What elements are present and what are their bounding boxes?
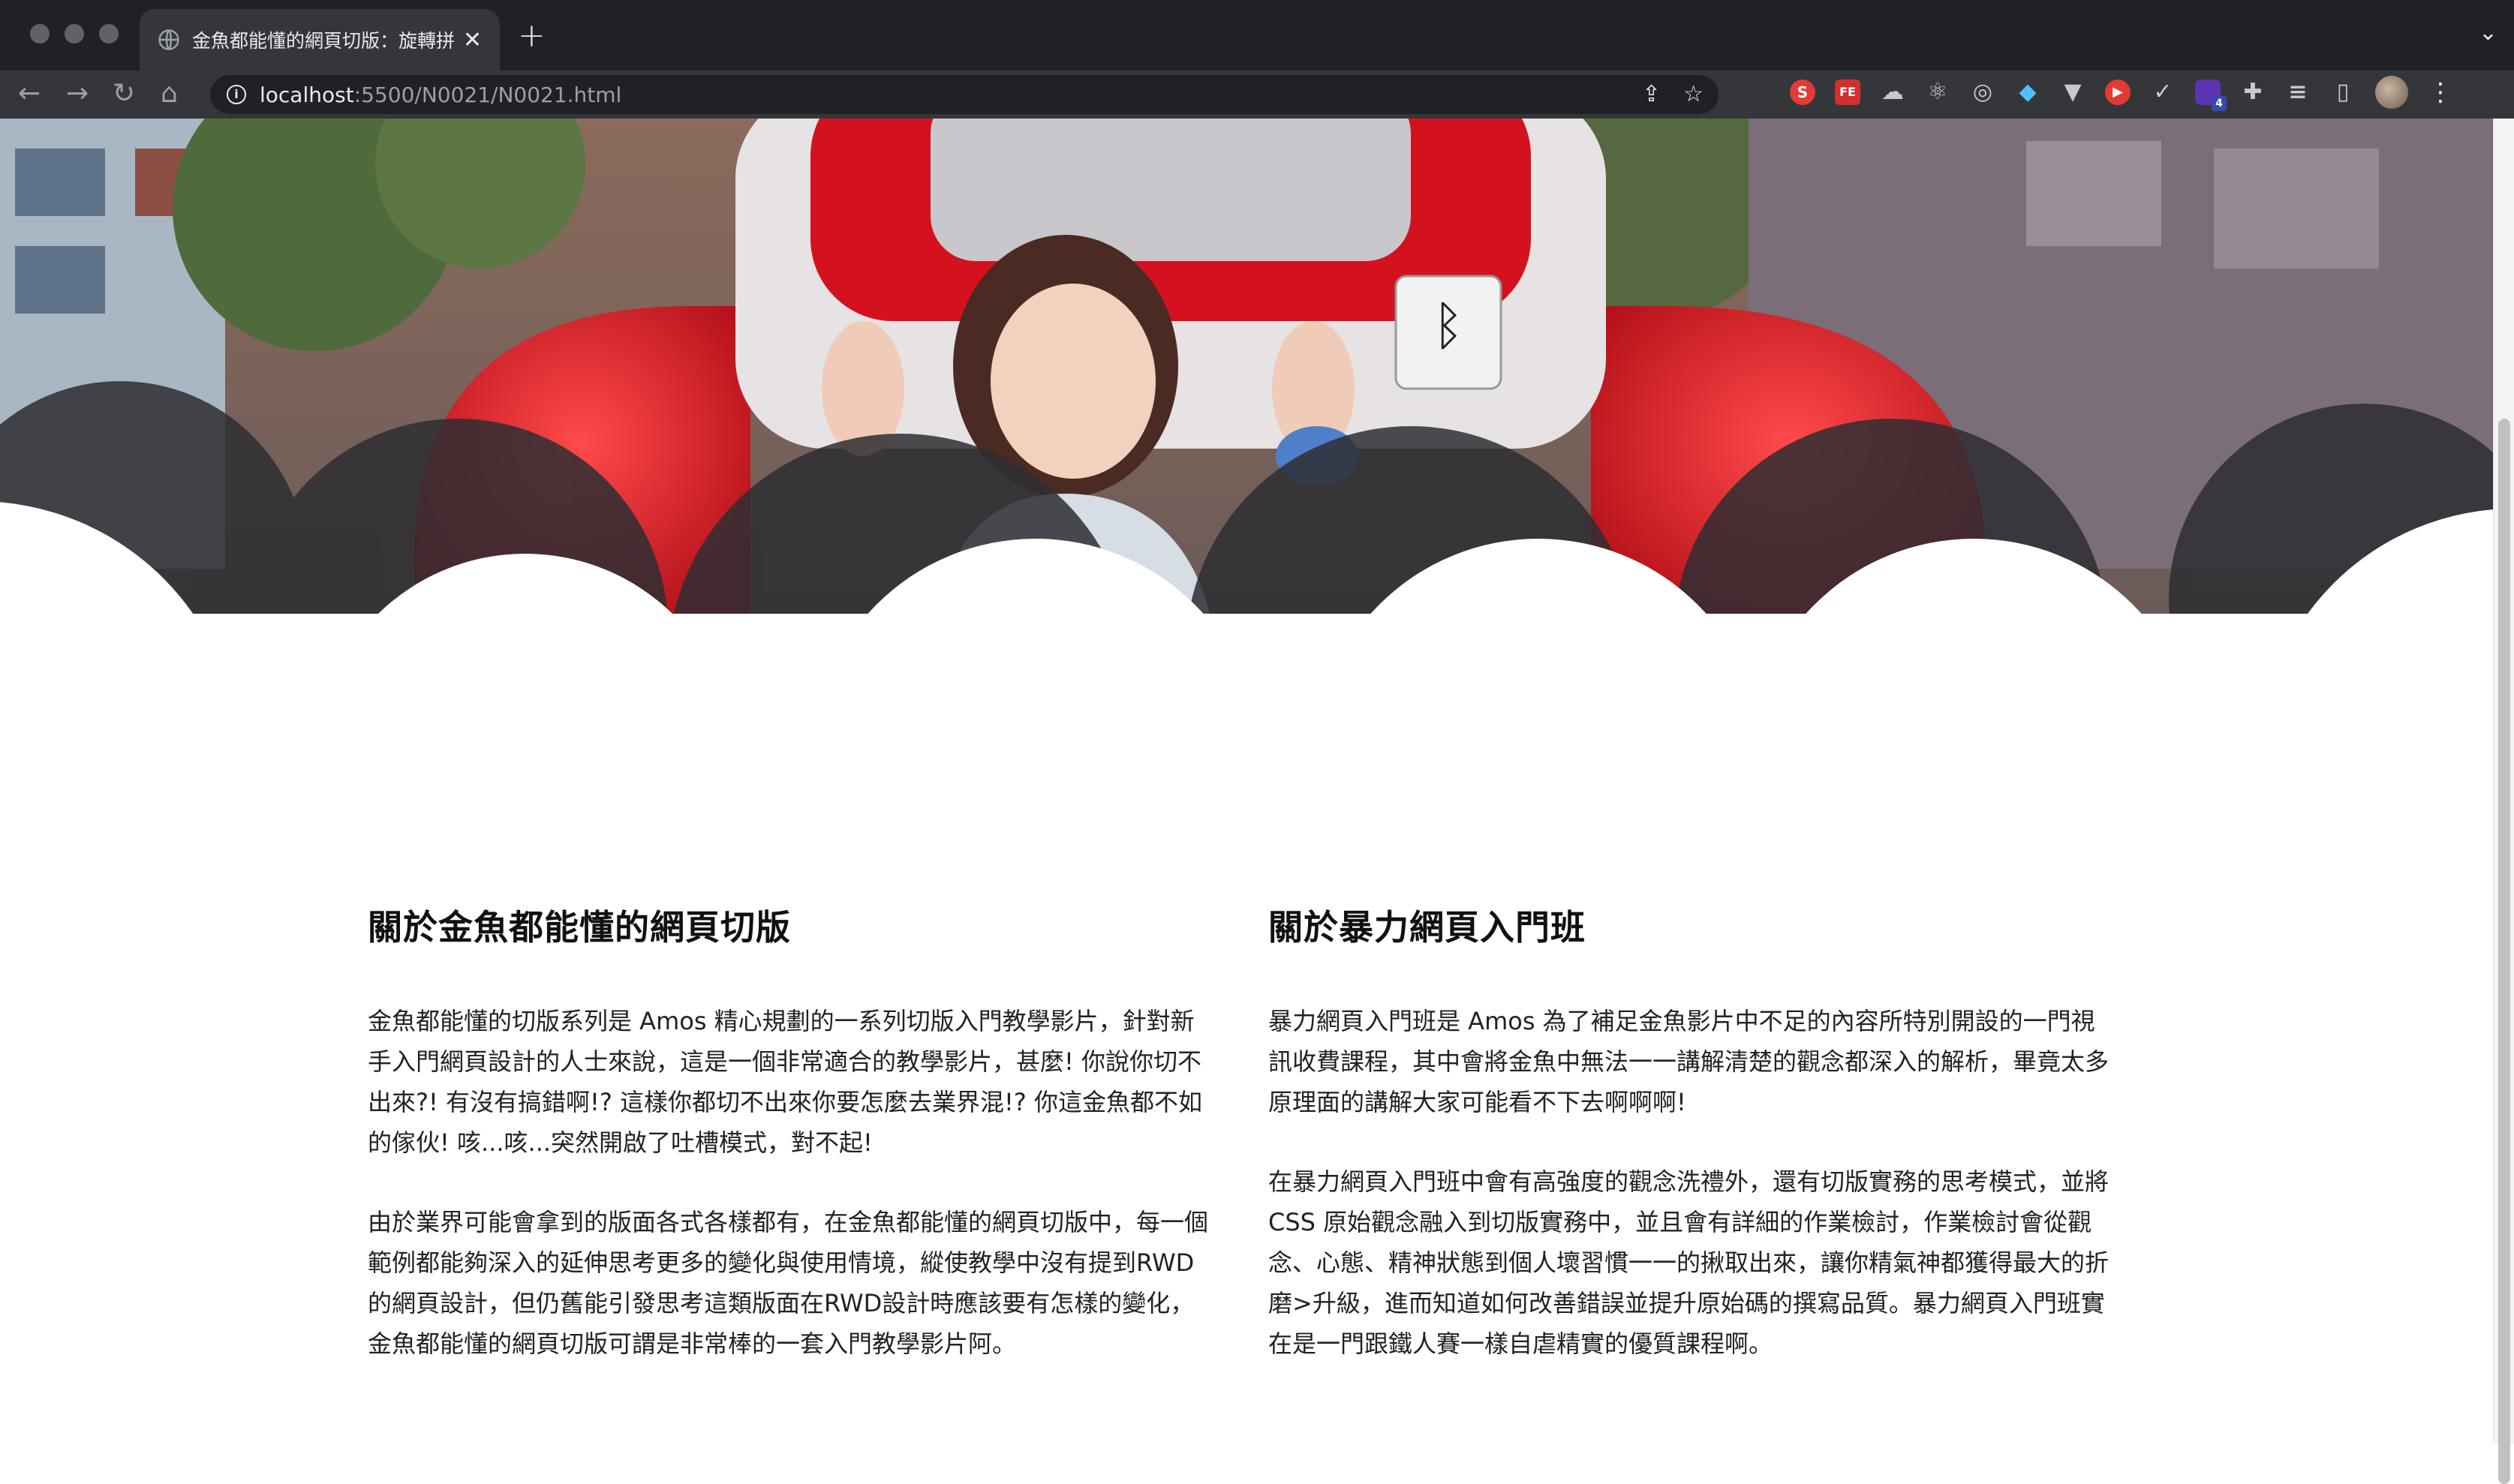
target-extension-icon[interactable]: ◎ <box>1970 80 1995 105</box>
play-extension-icon[interactable]: ▶ <box>2105 80 2131 105</box>
badge-extension-icon[interactable]: 4 <box>2195 80 2227 111</box>
hero-illustration: ᛒ <box>0 119 2493 644</box>
hero-banner: ᛒ <box>0 119 2493 644</box>
browser-menu-icon[interactable]: ⋮ <box>2428 77 2453 107</box>
maximize-window-button[interactable] <box>99 24 119 44</box>
globe-icon <box>158 29 179 50</box>
address-bar[interactable]: i localhost:5500/N0021/N0021.html ⇪ ☆ <box>210 75 1719 114</box>
about-goldfish-paragraph-1: 金魚都能懂的切版系列是 Amos 精心規劃的一系列切版入門教學影片，針對新手入門… <box>368 1007 1202 1157</box>
forward-arrow-icon[interactable]: → <box>66 78 89 109</box>
about-goldfish-section: 關於金魚都能懂的網頁切版 金魚都能懂的切版系列是 Amos 精心規劃的一系列切版… <box>368 900 1216 1403</box>
tab-search-chevron-icon[interactable]: ⌄ <box>2479 20 2497 46</box>
minimize-window-button[interactable] <box>65 24 84 44</box>
about-goldfish-heading: 關於金魚都能懂的網頁切版 <box>368 907 791 948</box>
close-tab-icon[interactable]: ✕ <box>463 27 482 53</box>
tab-title: 金魚都能懂的網頁切版：旋轉拼 <box>192 30 456 52</box>
home-icon[interactable]: ⌂ <box>161 78 178 109</box>
about-bootcamp-paragraph-2: 在暴力網頁入門班中會有高強度的觀念洗禮外，還有切版實務的思考模式，並將 CSS … <box>1268 1167 2110 1358</box>
site-info-icon[interactable]: i <box>227 85 246 104</box>
browser-tab[interactable]: 金魚都能懂的網頁切版：旋轉拼 ✕ <box>140 9 500 71</box>
new-tab-button[interactable]: + <box>518 17 546 55</box>
check-extension-icon[interactable]: ✓ <box>2150 80 2176 105</box>
profile-avatar[interactable] <box>2375 76 2408 109</box>
cloud-extension-icon[interactable]: ☁ <box>1880 80 1905 105</box>
window-controls <box>30 24 119 44</box>
svg-text:ᛒ: ᛒ <box>1433 296 1464 355</box>
about-bootcamp-paragraph-1: 暴力網頁入門班是 Amos 為了補足金魚影片中不足的內容所特別開設的一門視訊收費… <box>1268 1007 2110 1116</box>
puzzle-extensions-icon[interactable]: ✚ <box>2240 80 2266 105</box>
url-host: localhost <box>260 82 354 107</box>
bookmark-star-icon[interactable]: ☆ <box>1683 81 1704 107</box>
reading-list-icon[interactable]: ≡ <box>2285 80 2311 105</box>
s-extension-icon[interactable]: S <box>1790 80 1815 105</box>
extensions-area: S FE ☁ ⚛ ◎ ◆ ▼ ▶ ✓ 4 ✚ ≡ ▯ ⋮ <box>1790 76 2453 111</box>
about-bootcamp-heading: 關於暴力網頁入門班 <box>1268 907 1586 948</box>
page-scrollbar[interactable] <box>2493 119 2514 1484</box>
extension-badge: 4 <box>2212 96 2227 111</box>
back-arrow-icon[interactable]: ← <box>18 78 41 109</box>
close-window-button[interactable] <box>30 24 50 44</box>
gem-extension-icon[interactable]: ◆ <box>2015 80 2040 105</box>
browser-tab-bar: 金魚都能懂的網頁切版：旋轉拼 ✕ + ⌄ <box>0 0 2514 71</box>
about-goldfish-paragraph-2: 由於業界可能會拿到的版面各式各樣都有，在金魚都能懂的網頁切版中，每一個範例都能夠… <box>368 1208 1209 1358</box>
about-bootcamp-section: 關於暴力網頁入門班 暴力網頁入門班是 Amos 為了補足金魚影片中不足的內容所特… <box>1268 900 2116 1403</box>
scrollbar-thumb[interactable] <box>2498 419 2510 1484</box>
url-path: :5500/N0021/N0021.html <box>353 82 622 107</box>
side-panel-icon[interactable]: ▯ <box>2330 80 2356 105</box>
fe-extension-icon[interactable]: FE <box>1835 80 1860 105</box>
vue-extension-icon[interactable]: ▼ <box>2060 80 2085 105</box>
reload-icon[interactable]: ↻ <box>113 78 135 109</box>
react-extension-icon[interactable]: ⚛ <box>1925 80 1950 105</box>
share-icon[interactable]: ⇪ <box>1642 81 1661 107</box>
